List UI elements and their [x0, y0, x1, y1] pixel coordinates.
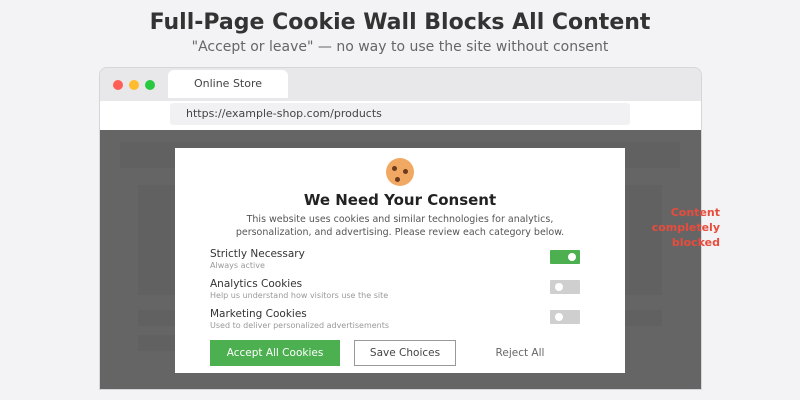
category-sublabel-analytics: Help us understand how visitors use the … — [210, 291, 389, 300]
blocked-content-annotation: Content completely blocked — [651, 206, 720, 249]
toggle-necessary[interactable] — [550, 250, 580, 264]
cookie-icon — [386, 158, 414, 186]
dialog-title: We Need Your Consent — [303, 191, 497, 209]
category-sublabel-marketing: Used to deliver personalized advertiseme… — [210, 321, 390, 330]
minimize-window-icon[interactable] — [129, 80, 139, 90]
close-window-icon[interactable] — [113, 80, 123, 90]
toggle-marketing[interactable] — [550, 310, 580, 324]
dialog-description: This website uses cookies and similar te… — [235, 214, 565, 238]
reject-all-button[interactable]: Reject All — [475, 340, 565, 366]
url-field[interactable]: https://example-shop.com/products — [170, 103, 630, 125]
consent-dialog: We Need Your Consent This website uses c… — [175, 148, 625, 373]
page-title: Full-Page Cookie Wall Blocks All Content — [149, 10, 651, 35]
browser-tab[interactable]: Online Store — [168, 70, 288, 98]
category-sublabel-necessary: Always active — [210, 261, 265, 270]
page-subtitle: "Accept or leave" — no way to use the si… — [191, 39, 609, 55]
category-label-marketing: Marketing Cookies — [210, 308, 307, 320]
save-choices-button[interactable]: Save Choices — [354, 340, 456, 366]
category-label-analytics: Analytics Cookies — [210, 278, 303, 290]
maximize-window-icon[interactable] — [145, 80, 155, 90]
browser-titlebar: Online Store — [100, 68, 701, 101]
accept-all-button[interactable]: Accept All Cookies — [210, 340, 340, 366]
category-label-necessary: Strictly Necessary — [210, 248, 305, 260]
toggle-analytics[interactable] — [550, 280, 580, 294]
address-bar: https://example-shop.com/products — [100, 101, 701, 130]
